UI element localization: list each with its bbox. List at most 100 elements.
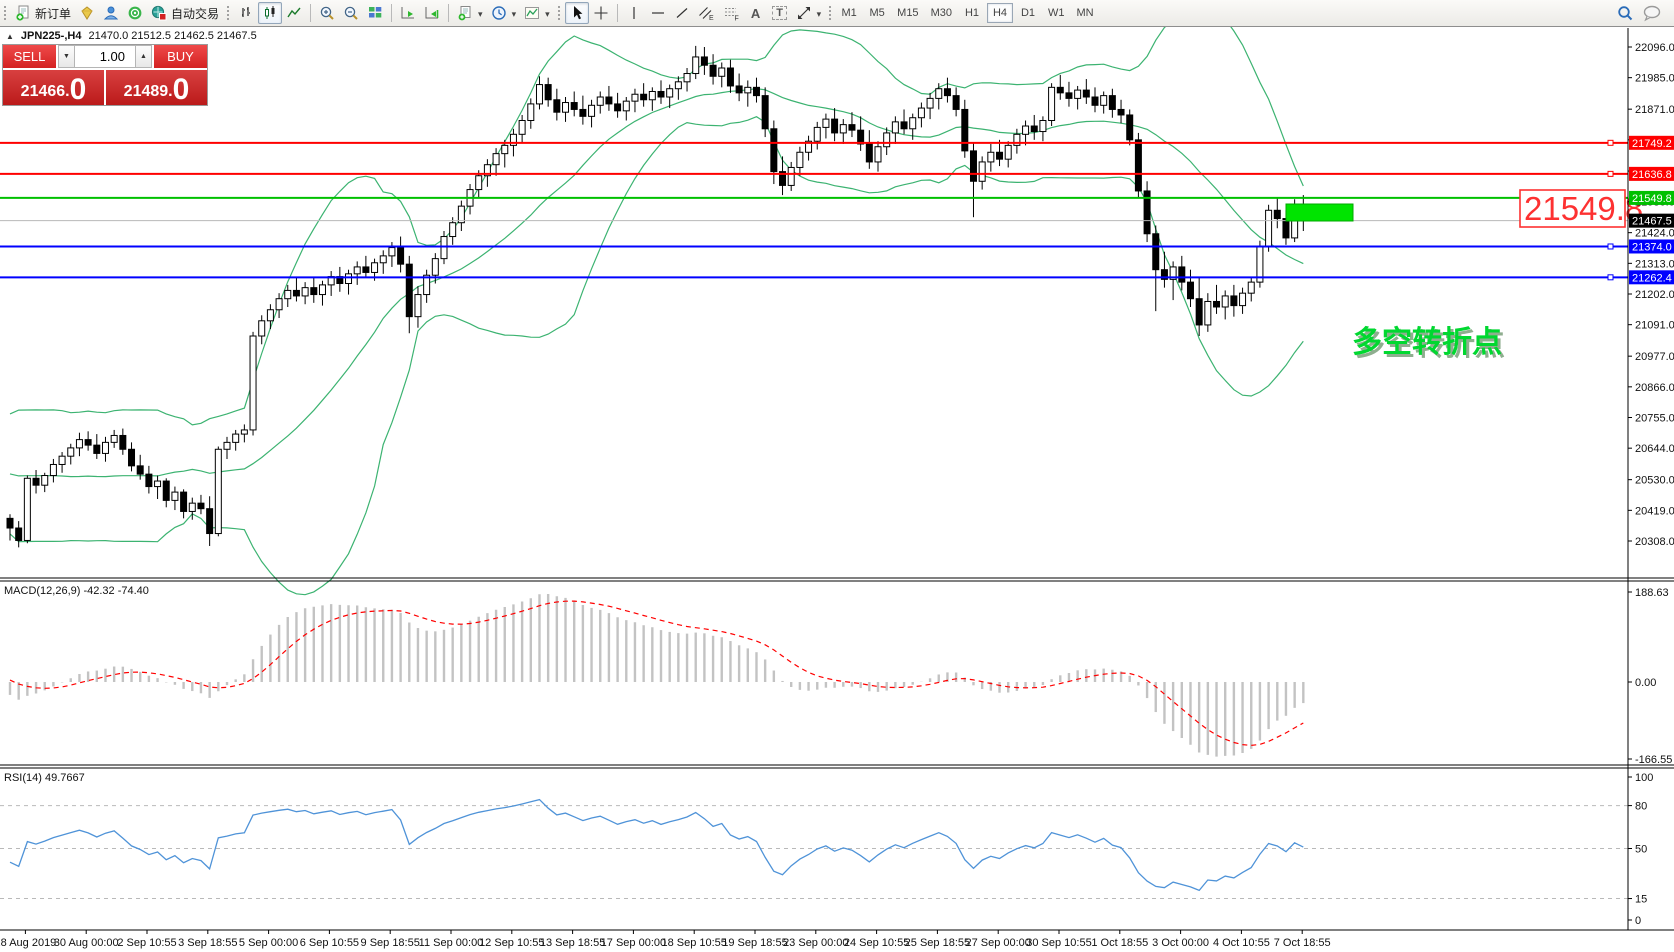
cursor-tool-button[interactable] — [565, 2, 589, 24]
candle-bear — [33, 478, 39, 485]
text-label-tool-button[interactable]: T — [768, 2, 792, 24]
candle-bear — [771, 129, 777, 172]
channel-tool-button[interactable]: E — [694, 2, 719, 24]
indicators-button[interactable] — [520, 2, 554, 24]
templates-button[interactable] — [453, 2, 487, 24]
fibonacci-tool-button[interactable]: F — [719, 2, 744, 24]
highlight-rectangle[interactable] — [1286, 204, 1353, 221]
timeframe-W1[interactable]: W1 — [1043, 3, 1070, 23]
candle-bull — [302, 288, 308, 296]
candle-bull — [319, 285, 325, 295]
candle-bear — [363, 267, 369, 273]
panel-collapse-arrow[interactable]: ▲ — [6, 32, 14, 41]
chart-canvas[interactable]: 21549.8多空转折点多空转折点MACD(12,26,9) -42.32 -7… — [0, 0, 1674, 952]
timeframe-H1[interactable]: H1 — [959, 3, 985, 23]
candle-bull — [1240, 293, 1246, 305]
timeframe-M30[interactable]: M30 — [926, 3, 957, 23]
level-price-label[interactable]: 21549.8 — [1632, 193, 1672, 205]
note-text[interactable]: 多空转折点 — [1352, 326, 1502, 359]
candle-bull — [346, 274, 352, 284]
rsi-label: RSI(14) 49.7667 — [4, 772, 85, 784]
time-tick-label: 30 Aug 00:00 — [54, 937, 119, 949]
timeframe-M15[interactable]: M15 — [892, 3, 923, 23]
volume-down-button[interactable]: ▼ — [58, 45, 75, 68]
svg-text:F: F — [734, 16, 738, 22]
level-handle[interactable] — [1608, 140, 1613, 145]
candle-bull — [597, 97, 603, 105]
auto-scroll-button[interactable] — [396, 2, 420, 24]
clock-icon — [491, 5, 507, 21]
trendline-tool-button[interactable] — [670, 2, 694, 24]
buy-price-main: 21489 — [124, 84, 169, 100]
price-tick-label: 21985.0 — [1635, 73, 1674, 85]
candle-bear — [997, 152, 1003, 159]
price-callout-text[interactable]: 21549.8 — [1524, 190, 1643, 227]
price-tick-label: 20866.0 — [1635, 382, 1674, 394]
candle-bear — [1109, 96, 1115, 110]
volume-input[interactable] — [75, 45, 135, 68]
candle-bear — [580, 109, 586, 116]
vertical-line-tool-button[interactable] — [622, 2, 646, 24]
time-tick-label: 2 Sep 10:55 — [117, 937, 176, 949]
text-tool-button[interactable]: A — [744, 2, 768, 24]
styler-button[interactable] — [75, 2, 99, 24]
level-price-label[interactable]: 21636.8 — [1632, 169, 1672, 181]
macd-tick-label: -166.55 — [1635, 754, 1672, 766]
level-price-label[interactable]: 21374.0 — [1632, 241, 1672, 253]
level-handle[interactable] — [1608, 275, 1613, 280]
time-tick-label: 12 Sep 10:55 — [479, 937, 544, 949]
autotrade-button[interactable]: 自动交易 — [147, 2, 223, 24]
crosshair-tool-button[interactable] — [589, 2, 613, 24]
timeframe-M1[interactable]: M1 — [836, 3, 862, 23]
price-tick-label: 20977.0 — [1635, 351, 1674, 363]
timeframe-D1[interactable]: D1 — [1015, 3, 1041, 23]
level-price-label[interactable]: 21749.2 — [1632, 138, 1672, 150]
candle-bull — [102, 442, 108, 453]
candle-bull — [797, 152, 803, 167]
candle-bull — [936, 89, 942, 99]
candle-bull — [1023, 126, 1029, 134]
periods-button[interactable] — [487, 2, 521, 24]
timeframe-group: M1M5M15M30H1H4D1W1MN — [836, 3, 1098, 23]
autotrade-icon — [151, 5, 167, 21]
time-tick-label: 23 Sep 00:00 — [783, 937, 848, 949]
candle-bear — [94, 445, 100, 453]
candle-bear — [1214, 301, 1220, 307]
tile-windows-button[interactable] — [363, 2, 387, 24]
chart-shift-icon — [424, 5, 440, 21]
timeframe-H4[interactable]: H4 — [987, 3, 1013, 23]
candle-bull — [1005, 145, 1011, 159]
chat-button[interactable] — [1638, 2, 1666, 24]
time-tick-label: 27 Sep 00:00 — [965, 937, 1030, 949]
sell-price[interactable]: 21466 . 0 — [3, 70, 105, 105]
signals-button[interactable] — [123, 2, 147, 24]
line-chart-button[interactable] — [282, 2, 306, 24]
sell-button[interactable]: SELL — [3, 45, 56, 70]
candle-bull — [979, 162, 985, 181]
horizontal-line-tool-button[interactable] — [646, 2, 670, 24]
timeframe-M5[interactable]: M5 — [864, 3, 890, 23]
toolbar-grip — [2, 4, 9, 22]
search-button[interactable] — [1612, 2, 1638, 24]
candle-bear — [545, 85, 551, 100]
buy-button[interactable]: BUY — [154, 45, 207, 70]
level-handle[interactable] — [1608, 171, 1613, 176]
level-price-label[interactable]: 21262.4 — [1632, 272, 1672, 284]
chart-shift-button[interactable] — [420, 2, 444, 24]
candlestick-chart-button[interactable] — [258, 2, 282, 24]
zoom-out-button[interactable] — [339, 2, 363, 24]
tile-windows-icon — [367, 5, 383, 21]
arrows-tool-button[interactable] — [792, 2, 826, 24]
new-order-label: 新订单 — [35, 5, 71, 22]
level-handle[interactable] — [1608, 244, 1613, 249]
candle-bear — [832, 119, 838, 133]
time-tick-label: 4 Oct 10:55 — [1213, 937, 1270, 949]
candle-bear — [554, 100, 560, 112]
buy-price[interactable]: 21489 . 0 — [105, 70, 207, 105]
zoom-in-button[interactable] — [315, 2, 339, 24]
volume-up-button[interactable]: ▲ — [135, 45, 152, 68]
community-button[interactable] — [99, 2, 123, 24]
new-order-button[interactable]: 新订单 — [11, 2, 75, 24]
bar-chart-button[interactable] — [234, 2, 258, 24]
timeframe-MN[interactable]: MN — [1071, 3, 1098, 23]
